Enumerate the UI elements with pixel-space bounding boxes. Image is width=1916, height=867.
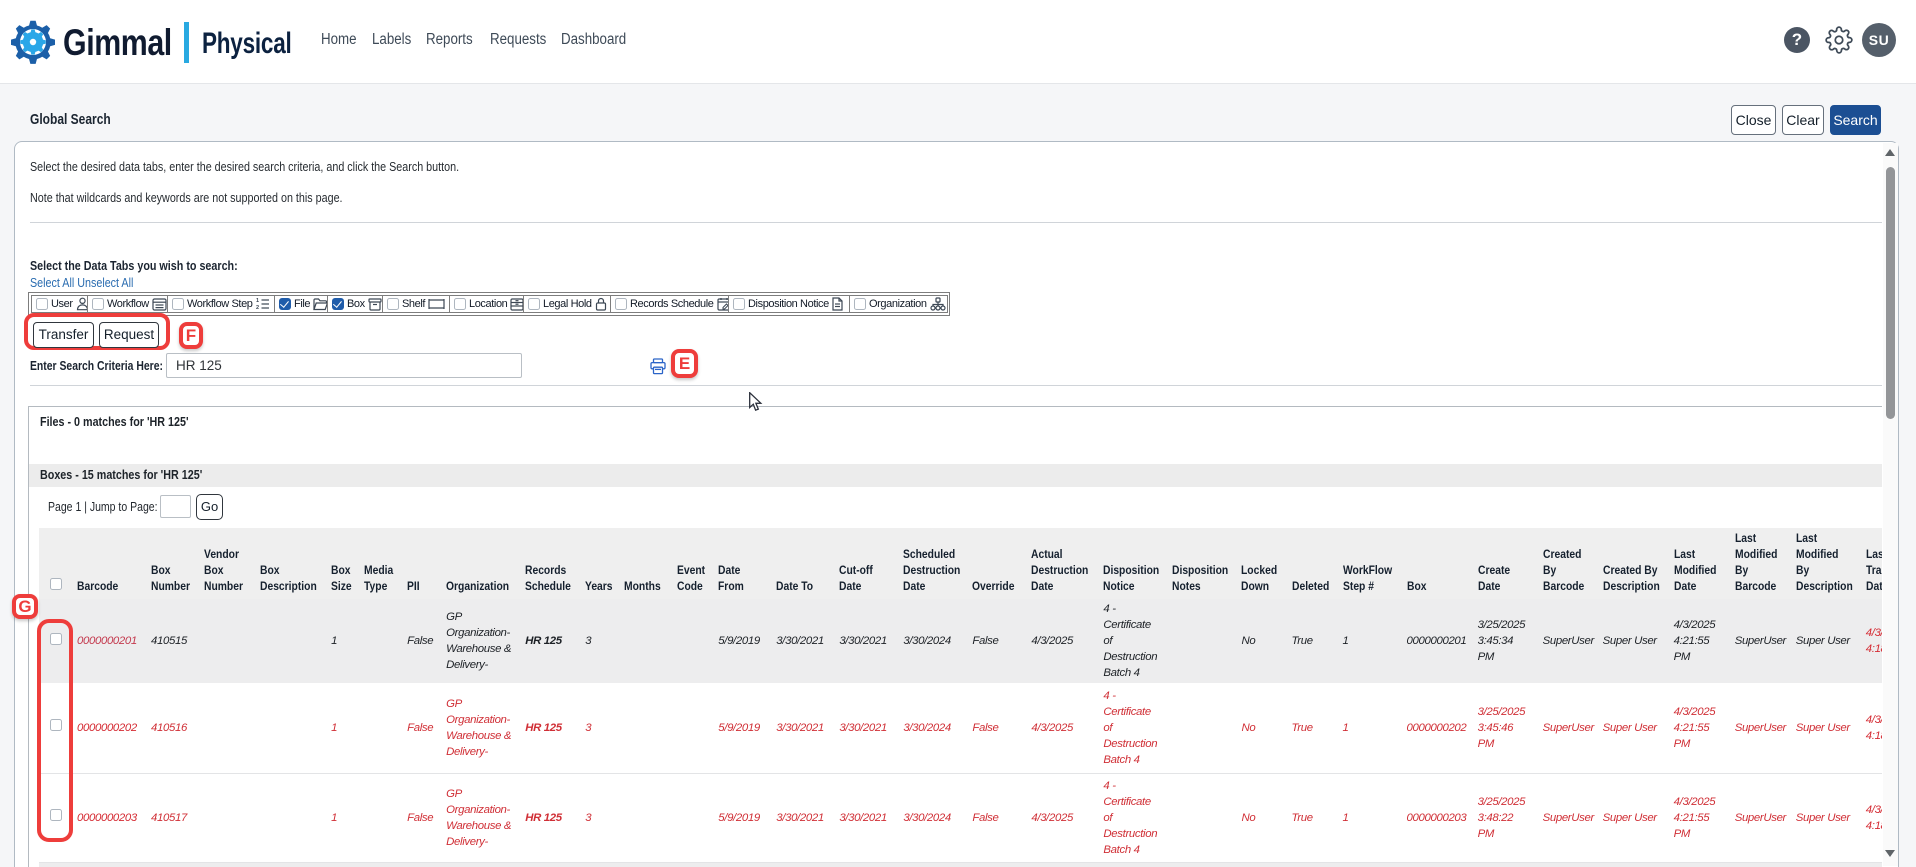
svg-text:1: 1: [256, 298, 259, 304]
svg-text:2: 2: [256, 305, 259, 311]
